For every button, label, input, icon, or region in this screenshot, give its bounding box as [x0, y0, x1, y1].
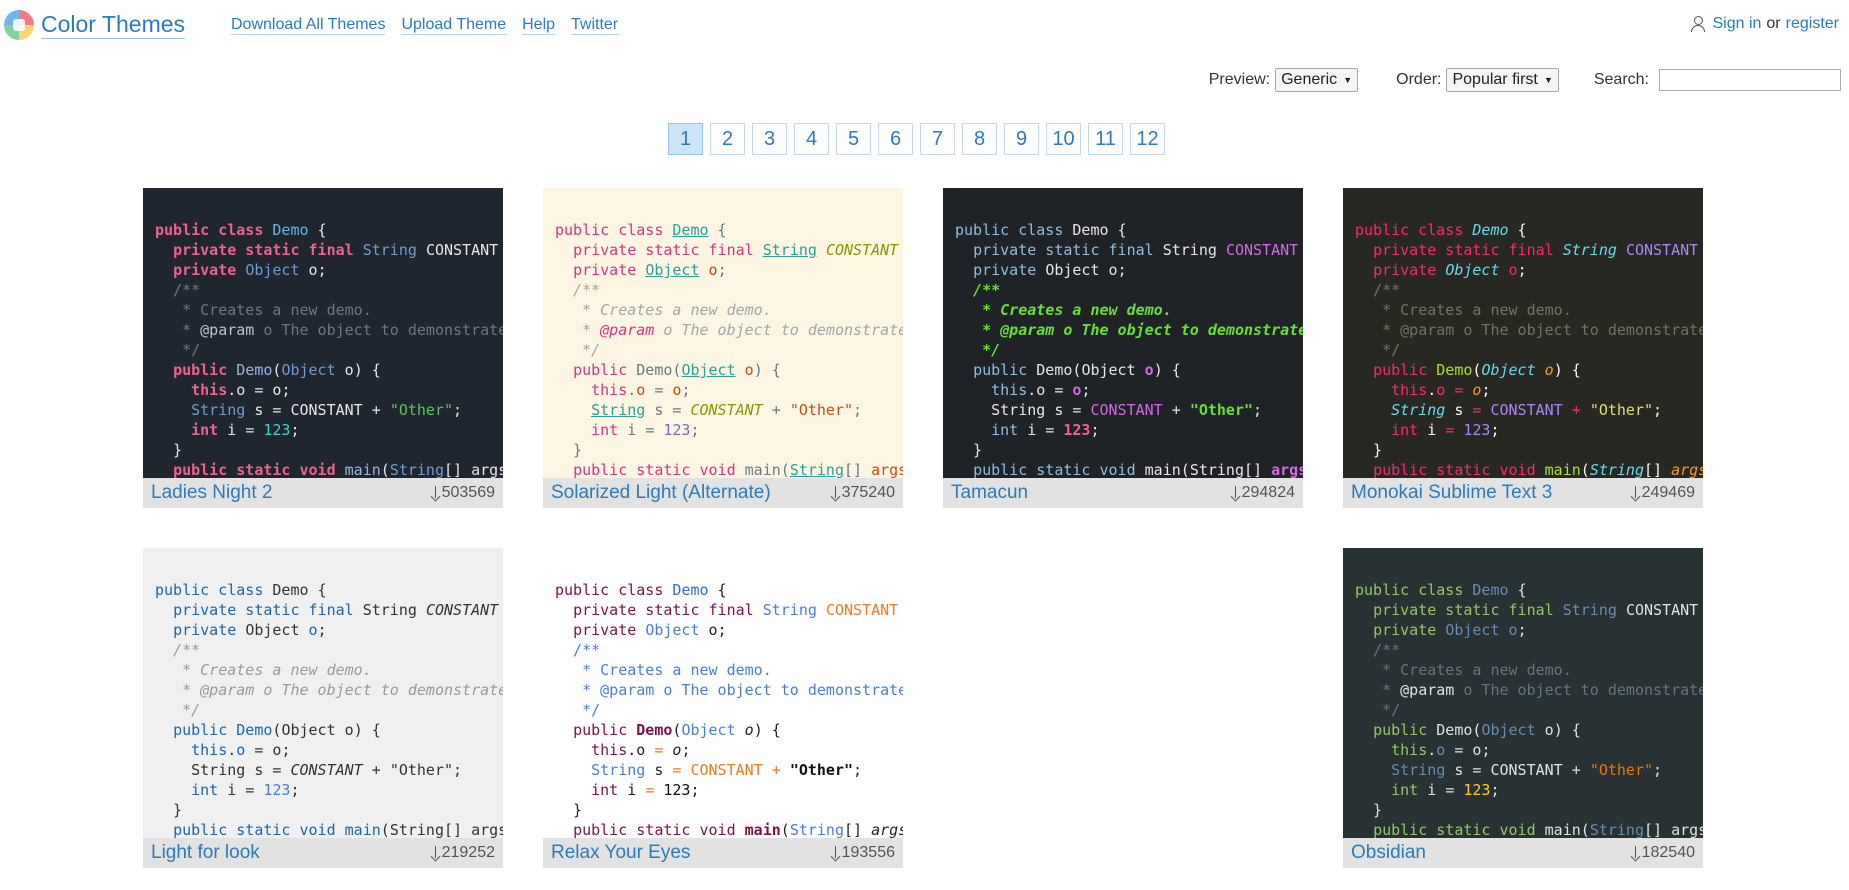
download-icon: [431, 485, 441, 501]
order-select[interactable]: Popular first: [1446, 68, 1559, 92]
nav-upload-theme[interactable]: Upload Theme: [401, 15, 507, 35]
page-6-button[interactable]: 6: [878, 123, 913, 155]
download-count[interactable]: 294824: [1231, 484, 1295, 502]
code-preview[interactable]: public class Demo { private static final…: [143, 188, 503, 478]
preview-select[interactable]: Generic: [1275, 68, 1359, 92]
preview-select-value: Generic: [1281, 71, 1338, 88]
theme-card-1[interactable]: public class Demo { private static final…: [143, 188, 503, 508]
page-5-button[interactable]: 5: [836, 123, 871, 155]
order-label: Order:: [1396, 71, 1442, 88]
code-preview[interactable]: public class Demo { private static final…: [543, 548, 903, 838]
sign-in-link[interactable]: Sign in: [1712, 15, 1761, 33]
theme-card-footer: Light for look 219252: [143, 838, 503, 868]
preview-label: Preview:: [1208, 71, 1271, 88]
top-bar: Color Themes Download All Themes Upload …: [0, 0, 1849, 50]
download-count-value: 249469: [1641, 484, 1695, 501]
page-4-button[interactable]: 4: [794, 123, 829, 155]
download-icon: [1231, 485, 1241, 501]
register-link[interactable]: register: [1786, 15, 1839, 33]
color-wheel-logo-icon[interactable]: [4, 10, 34, 40]
download-count-value: 375240: [841, 484, 895, 501]
code-preview[interactable]: public class Demo { private static final…: [943, 188, 1303, 478]
download-icon: [831, 845, 841, 861]
user-icon: [1691, 16, 1706, 32]
download-icon: [431, 845, 441, 861]
theme-name-link[interactable]: Tamacun: [951, 482, 1028, 504]
theme-card-7[interactable]: public class Demo { private static final…: [1343, 548, 1703, 868]
download-count-value: 182540: [1641, 844, 1695, 861]
download-count-value: 503569: [441, 484, 495, 501]
theme-card-footer: Tamacun 294824: [943, 478, 1303, 508]
theme-card-footer: Monokai Sublime Text 3 249469: [1343, 478, 1703, 508]
pagination: 1 2 3 4 5 6 7 8 9 10 11 12: [668, 123, 1165, 155]
auth-links: Sign in or register: [1691, 15, 1839, 33]
or-text: or: [1766, 15, 1781, 32]
theme-card-footer: Ladies Night 2 503569: [143, 478, 503, 508]
code-preview[interactable]: public class Demo { private static final…: [143, 548, 503, 838]
download-count[interactable]: 249469: [1631, 484, 1695, 502]
page-1-button[interactable]: 1: [668, 123, 703, 155]
theme-card-5[interactable]: public class Demo { private static final…: [143, 548, 503, 868]
theme-name-link[interactable]: Ladies Night 2: [151, 482, 272, 504]
theme-card-3[interactable]: public class Demo { private static final…: [943, 188, 1303, 508]
download-count[interactable]: 193556: [831, 844, 895, 862]
theme-name-link[interactable]: Relax Your Eyes: [551, 842, 690, 864]
theme-card-2[interactable]: public class Demo { private static final…: [543, 188, 903, 508]
nav-twitter[interactable]: Twitter: [571, 15, 619, 35]
order-select-value: Popular first: [1452, 71, 1538, 88]
nav-download-all-themes[interactable]: Download All Themes: [231, 15, 386, 35]
site-title[interactable]: Color Themes: [41, 10, 186, 39]
theme-name-link[interactable]: Solarized Light (Alternate): [551, 482, 771, 504]
page-8-button[interactable]: 8: [962, 123, 997, 155]
download-count[interactable]: 503569: [431, 484, 495, 502]
code-preview[interactable]: public class Demo { private static final…: [1343, 548, 1703, 838]
download-count-value: 193556: [841, 844, 895, 861]
download-count[interactable]: 182540: [1631, 844, 1695, 862]
theme-card-4[interactable]: public class Demo { private static final…: [1343, 188, 1703, 508]
theme-card-footer: Relax Your Eyes 193556: [543, 838, 903, 868]
download-icon: [1631, 845, 1641, 861]
page-11-button[interactable]: 11: [1088, 123, 1123, 155]
download-count-value: 219252: [441, 844, 495, 861]
page-12-button[interactable]: 12: [1130, 123, 1165, 155]
download-icon: [1631, 485, 1641, 501]
theme-card-6[interactable]: public class Demo { private static final…: [543, 548, 903, 868]
download-count[interactable]: 219252: [431, 844, 495, 862]
download-icon: [831, 485, 841, 501]
theme-name-link[interactable]: Obsidian: [1351, 842, 1426, 864]
theme-card-footer: Solarized Light (Alternate) 375240: [543, 478, 903, 508]
filter-controls: Preview: Generic Order: Popular first Se…: [1209, 68, 1841, 92]
code-preview[interactable]: public class Demo { private static final…: [543, 188, 903, 478]
theme-card-footer: Obsidian 182540: [1343, 838, 1703, 868]
code-preview[interactable]: public class Demo { private static final…: [1343, 188, 1703, 478]
search-label: Search:: [1593, 71, 1649, 88]
theme-name-link[interactable]: Monokai Sublime Text 3: [1351, 482, 1552, 504]
nav-help[interactable]: Help: [522, 15, 556, 35]
page-9-button[interactable]: 9: [1004, 123, 1039, 155]
main-nav: Download All Themes Upload Theme Help Tw…: [231, 15, 619, 35]
page-7-button[interactable]: 7: [920, 123, 955, 155]
download-count-value: 294824: [1241, 484, 1295, 501]
page-10-button[interactable]: 10: [1046, 123, 1081, 155]
page-3-button[interactable]: 3: [752, 123, 787, 155]
page-2-button[interactable]: 2: [710, 123, 745, 155]
search-input[interactable]: [1659, 69, 1841, 91]
download-count[interactable]: 375240: [831, 484, 895, 502]
theme-name-link[interactable]: Light for look: [151, 842, 260, 864]
